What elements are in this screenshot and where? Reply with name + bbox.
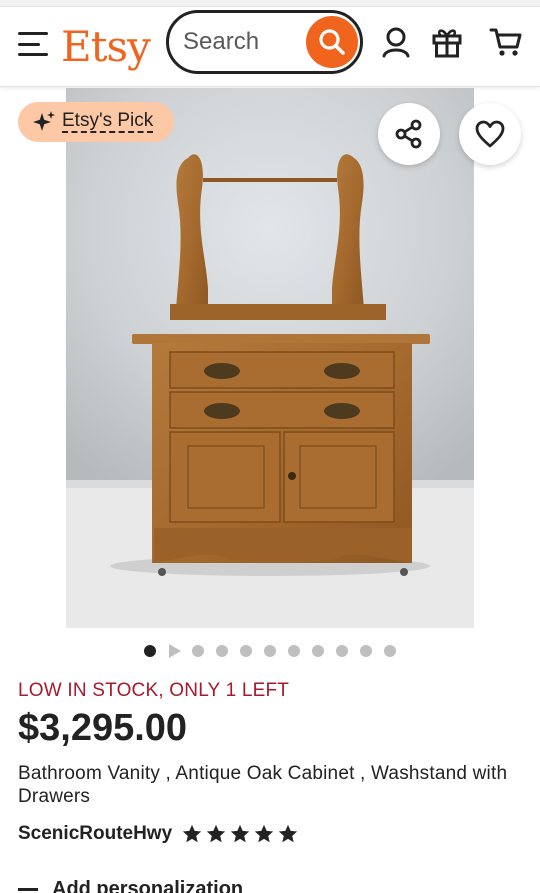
- carousel-dot[interactable]: [216, 645, 228, 657]
- minus-icon: [18, 887, 38, 891]
- gift-icon: [432, 29, 462, 58]
- share-button[interactable]: [378, 103, 440, 165]
- listing-image[interactable]: [66, 88, 474, 628]
- hamburger-icon[interactable]: [18, 31, 48, 57]
- shop-name-link[interactable]: ScenicRouteHwy: [18, 823, 172, 845]
- image-carousel-dots: [0, 643, 540, 659]
- search-icon: [319, 29, 345, 55]
- rating-stars[interactable]: [181, 823, 299, 845]
- star-icon: [206, 824, 226, 843]
- cart-icon: [489, 28, 522, 56]
- search-button[interactable]: [306, 16, 358, 68]
- sparkle-icon: [33, 111, 55, 131]
- carousel-dot[interactable]: [288, 645, 300, 657]
- carousel-dot[interactable]: [336, 645, 348, 657]
- stock-notice: LOW IN STOCK, ONLY 1 LEFT: [18, 680, 290, 701]
- listing-title: Bathroom Vanity , Antique Oak Cabinet , …: [18, 763, 508, 807]
- star-icon: [230, 824, 250, 843]
- shop-row: ScenicRouteHwy: [18, 821, 299, 847]
- badge-label: Etsy's Pick: [62, 110, 154, 133]
- status-strip: [0, 0, 540, 7]
- carousel-dot[interactable]: [312, 645, 324, 657]
- share-icon: [395, 119, 422, 149]
- star-icon: [182, 824, 202, 843]
- carousel-dot[interactable]: [192, 645, 204, 657]
- carousel-dot[interactable]: [240, 645, 252, 657]
- site-header: Etsy: [0, 7, 540, 87]
- star-icon: [254, 824, 274, 843]
- heart-icon: [475, 120, 505, 148]
- carousel-dot[interactable]: [144, 645, 156, 657]
- add-personalization-label: Add personalization: [52, 877, 244, 893]
- user-icon: [382, 27, 410, 58]
- product-photo: [66, 88, 474, 628]
- star-icon: [278, 824, 298, 843]
- gift-button[interactable]: [430, 25, 464, 59]
- carousel-dot[interactable]: [360, 645, 372, 657]
- favorite-button[interactable]: [459, 103, 521, 165]
- search-input[interactable]: [183, 27, 303, 57]
- add-personalization-toggle[interactable]: Add personalization: [18, 877, 243, 893]
- etsys-pick-badge[interactable]: Etsy's Pick: [18, 102, 174, 142]
- video-play-icon[interactable]: [169, 644, 181, 658]
- listing-price: $3,295.00: [18, 707, 188, 749]
- cart-button[interactable]: [489, 25, 523, 59]
- carousel-dot[interactable]: [264, 645, 276, 657]
- search-bar: [166, 10, 363, 74]
- carousel-dot[interactable]: [384, 645, 396, 657]
- etsy-logo[interactable]: Etsy: [61, 21, 151, 73]
- account-button[interactable]: [379, 25, 413, 59]
